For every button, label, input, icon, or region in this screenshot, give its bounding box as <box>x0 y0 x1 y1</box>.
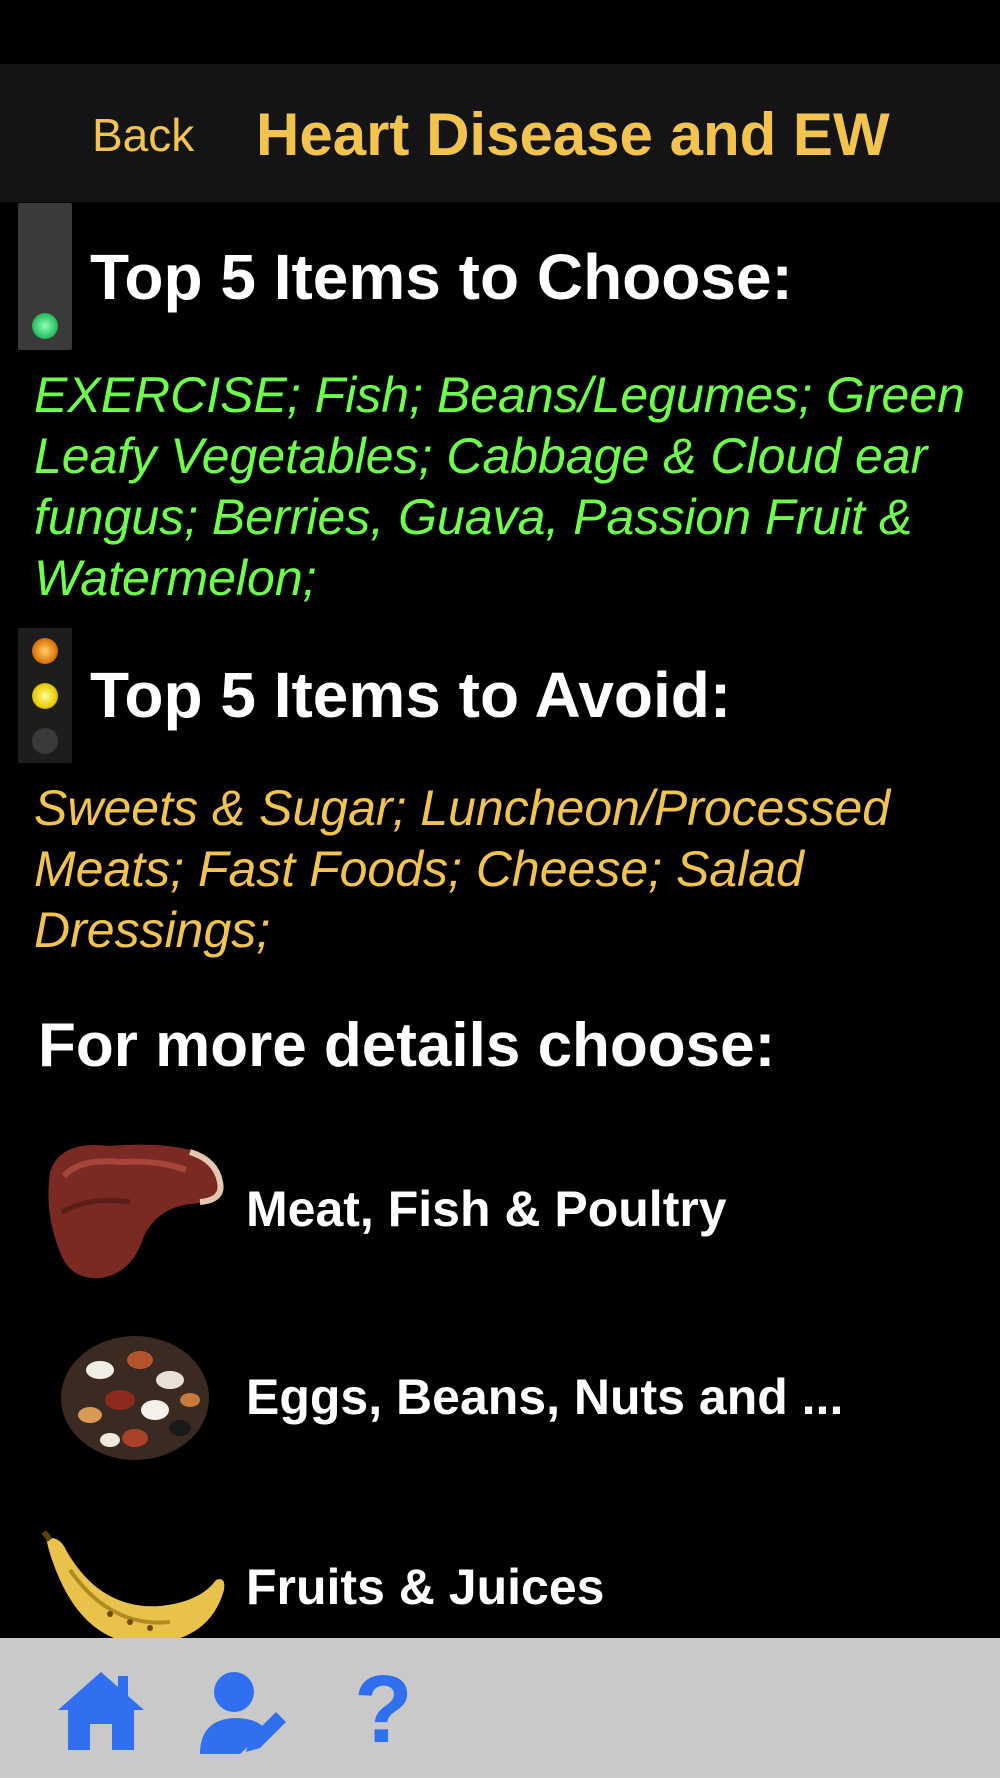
help-icon[interactable]: ? <box>354 1662 444 1758</box>
choose-items-text: EXERCISE; Fish; Beans/Legumes; Green Lea… <box>34 367 965 606</box>
steak-icon <box>48 1144 224 1279</box>
category-label: Fruits & Juices <box>246 1559 605 1615</box>
back-button[interactable]: Back <box>92 108 194 162</box>
navigation-bar: Back Heart Disease and EW <box>0 64 1000 202</box>
category-eggs-beans-nuts[interactable]: Eggs, Beans, Nuts and ... <box>0 1320 1000 1470</box>
category-meat-fish-poultry[interactable]: Meat, Fish & Poultry <box>0 1132 1000 1282</box>
edit-profile-icon[interactable] <box>196 1666 286 1756</box>
green-traffic-light-icon <box>18 203 72 350</box>
page-title: Heart Disease and EW <box>256 101 890 168</box>
status-bar <box>0 0 1000 64</box>
beans-icon <box>61 1336 209 1460</box>
choose-heading: Top 5 Items to Choose: <box>90 241 793 313</box>
avoid-items-text: Sweets & Sugar; Luncheon/Processed Meats… <box>34 780 891 958</box>
tab-bar: ? <box>0 1638 1000 1778</box>
category-label: Meat, Fish & Poultry <box>246 1181 727 1237</box>
amber-traffic-light-icon <box>18 628 72 763</box>
home-icon[interactable] <box>56 1666 146 1756</box>
details-heading: For more details choose: <box>38 1011 776 1080</box>
avoid-heading: Top 5 Items to Avoid: <box>90 659 732 731</box>
category-label: Eggs, Beans, Nuts and ... <box>246 1369 844 1425</box>
